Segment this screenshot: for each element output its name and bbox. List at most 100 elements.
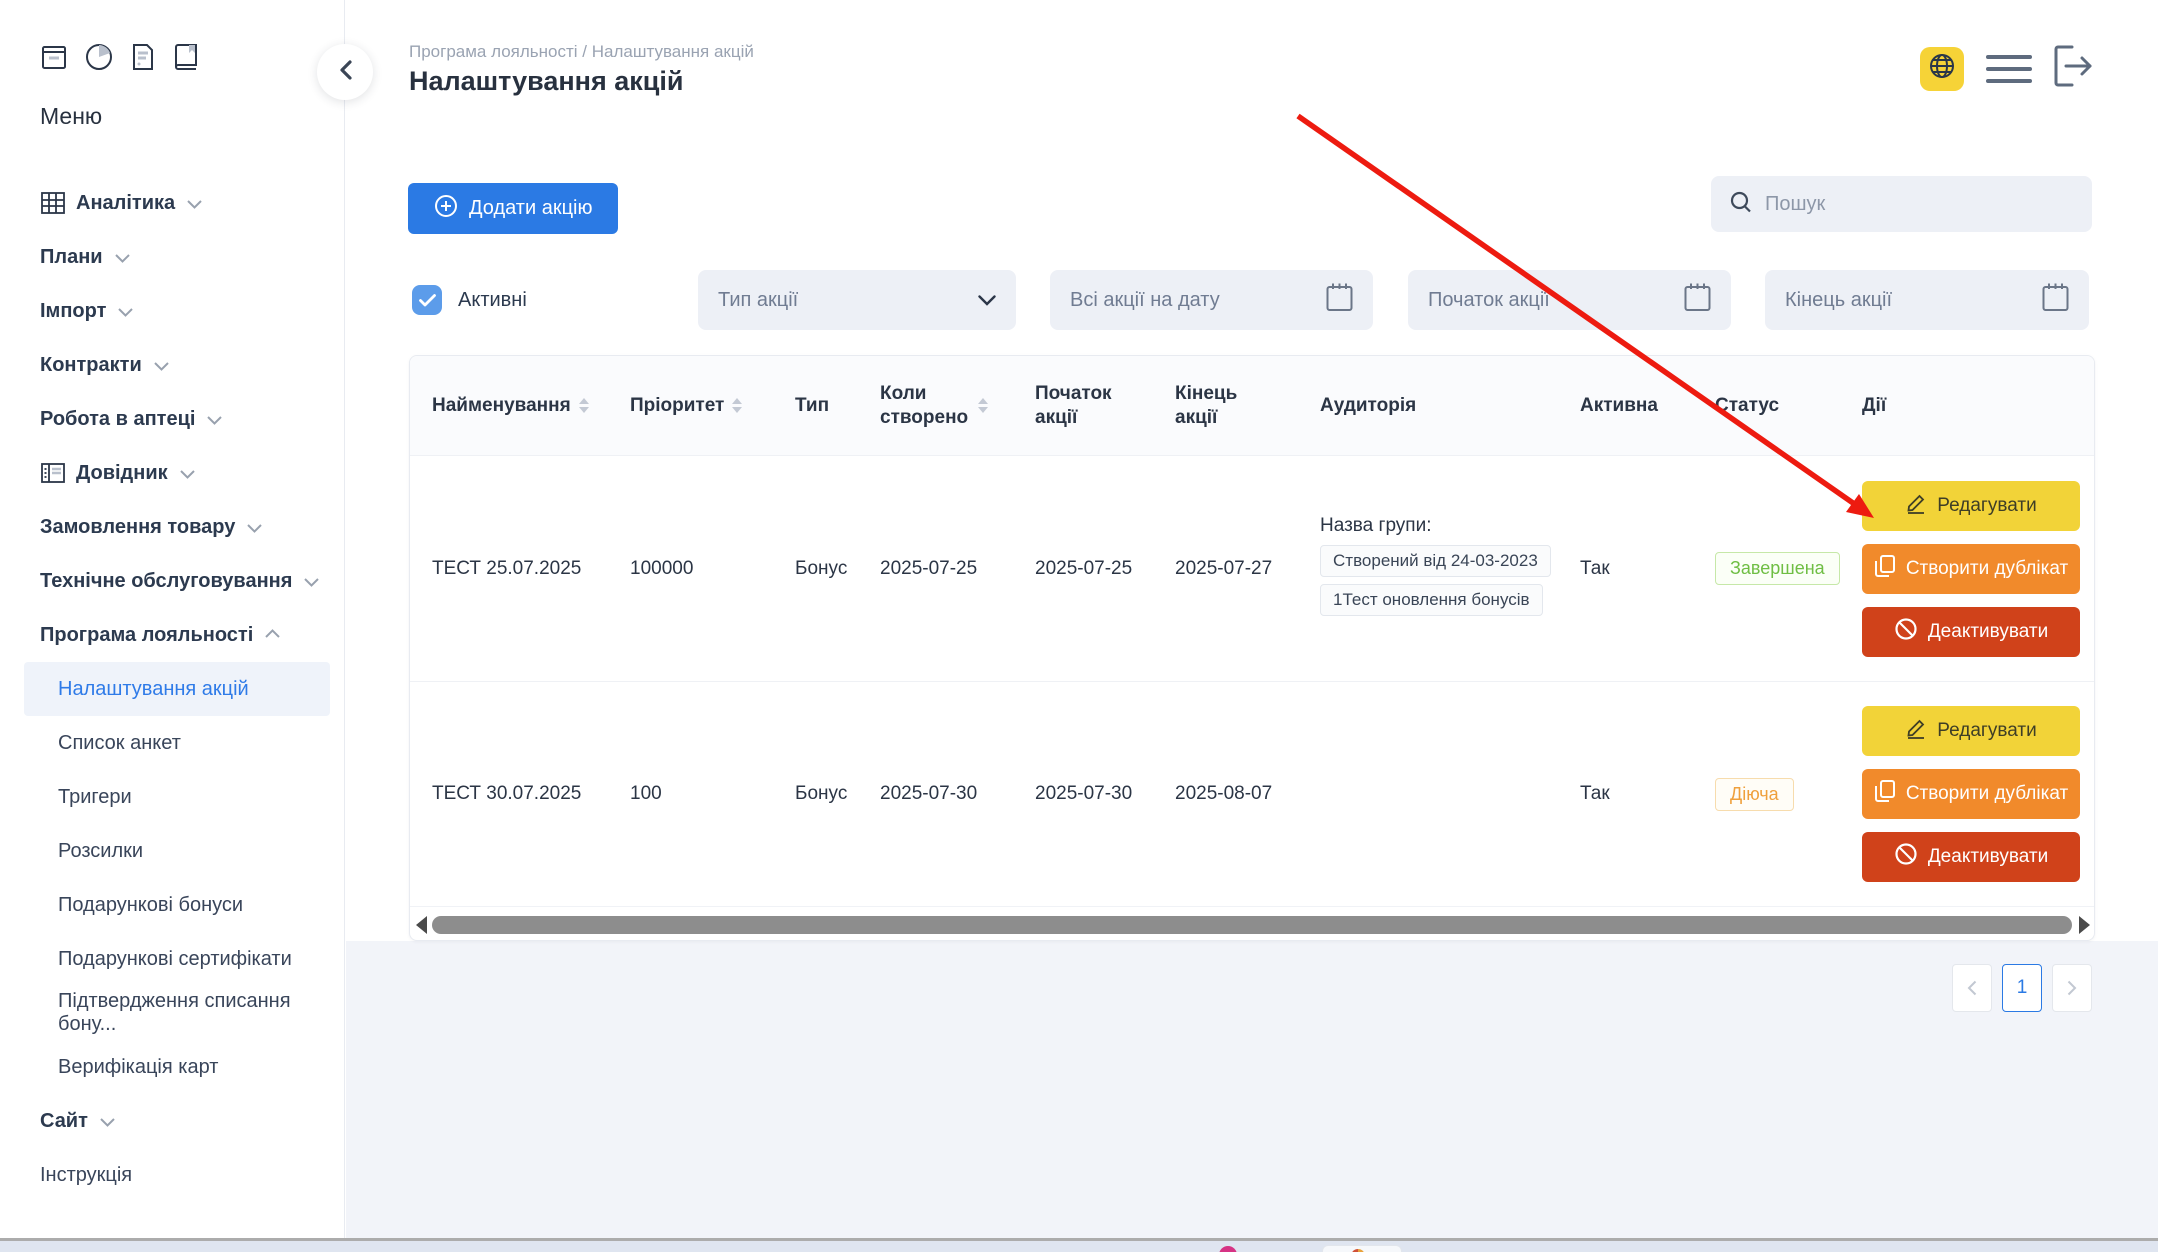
promotions-table: Найменування Пріоритет Тип Коли створено… bbox=[409, 355, 2095, 941]
sidebar-item-promo-settings[interactable]: Налаштування акцій bbox=[24, 662, 330, 716]
sidebar-item-plans[interactable]: Плани bbox=[0, 230, 344, 284]
promos-on-date-picker[interactable]: Всі акції на дату bbox=[1050, 270, 1373, 330]
deactivate-button[interactable]: Деактивувати bbox=[1862, 832, 2080, 882]
promo-end-date-picker[interactable]: Кінець акції bbox=[1765, 270, 2089, 330]
duplicate-button[interactable]: Створити дублікат bbox=[1862, 769, 2080, 819]
cell-created: 2025-07-30 bbox=[880, 783, 1035, 805]
sidebar-item-mailings[interactable]: Розсилки bbox=[0, 824, 344, 878]
sidebar-item-directory[interactable]: Довідник bbox=[0, 446, 344, 500]
sidebar-item-loyalty-program[interactable]: Програма лояльності bbox=[0, 608, 344, 662]
promo-type-select[interactable]: Тип акції bbox=[698, 270, 1016, 330]
audience-chip: Створений від 24-03-2023 bbox=[1320, 545, 1551, 577]
cell-created: 2025-07-25 bbox=[880, 558, 1035, 580]
scroll-right-arrow-icon[interactable] bbox=[2079, 916, 2090, 934]
sidebar-item-import[interactable]: Імпорт bbox=[0, 284, 344, 338]
chevron-left-icon bbox=[339, 60, 352, 85]
audience-chip: 1Тест оновлення бонусів bbox=[1320, 584, 1543, 616]
edit-button[interactable]: Редагувати bbox=[1862, 706, 2080, 756]
grid-icon bbox=[40, 192, 66, 214]
sidebar-item-analytics[interactable]: Аналітика bbox=[0, 176, 344, 230]
cell-status: Завершена bbox=[1715, 552, 1862, 585]
chevron-down-icon bbox=[207, 416, 222, 425]
document-icon[interactable] bbox=[130, 43, 156, 71]
cell-type: Бонус bbox=[795, 558, 880, 580]
below-table-area bbox=[346, 941, 2158, 1238]
globe-icon bbox=[1928, 52, 1956, 85]
filter-row: Активні Тип акції Всі акції на дату Поча… bbox=[412, 270, 2092, 330]
sort-icon[interactable] bbox=[579, 398, 589, 413]
cell-active: Так bbox=[1580, 558, 1715, 580]
sidebar: Меню Аналітика Плани Імпорт Контракти Ро… bbox=[0, 0, 345, 1238]
promo-start-date-picker[interactable]: Початок акції bbox=[1408, 270, 1731, 330]
sort-icon[interactable] bbox=[732, 398, 742, 413]
deactivate-button[interactable]: Деактивувати bbox=[1862, 607, 2080, 657]
menu-title: Меню bbox=[40, 103, 102, 130]
pie-chart-icon[interactable] bbox=[84, 42, 114, 72]
prev-page-button[interactable] bbox=[1952, 964, 1992, 1012]
language-button[interactable] bbox=[1920, 47, 1964, 91]
next-page-button[interactable] bbox=[2052, 964, 2092, 1012]
ban-icon bbox=[1894, 842, 1918, 872]
header-icons bbox=[1920, 45, 2094, 92]
chevron-down-icon bbox=[115, 254, 130, 263]
sidebar-item-site[interactable]: Сайт bbox=[0, 1094, 344, 1148]
cell-active: Так bbox=[1580, 783, 1715, 805]
calendar-icon bbox=[1684, 282, 1711, 318]
chevron-down-icon bbox=[187, 200, 202, 209]
chevron-down-icon bbox=[304, 578, 319, 587]
cell-type: Бонус bbox=[795, 783, 880, 805]
chevron-down-icon bbox=[247, 524, 262, 533]
archive-icon[interactable] bbox=[40, 43, 68, 71]
cell-actions: Редагувати Створити дублікат Деактивуват… bbox=[1862, 481, 2095, 657]
edit-button[interactable]: Редагувати bbox=[1862, 481, 2080, 531]
status-badge: Завершена bbox=[1715, 552, 1840, 585]
copy-icon bbox=[1874, 554, 1896, 584]
sidebar-item-card-verification[interactable]: Верифікація карт bbox=[0, 1040, 344, 1094]
chevron-up-icon bbox=[265, 629, 280, 638]
sidebar-item-questionnaires[interactable]: Список анкет bbox=[0, 716, 344, 770]
sidebar-collapse-button[interactable] bbox=[317, 44, 373, 100]
audience-group-label: Назва групи: bbox=[1320, 515, 1580, 537]
pencil-icon bbox=[1905, 717, 1927, 745]
scrollbar-thumb[interactable] bbox=[432, 916, 2072, 934]
pencil-icon bbox=[1905, 492, 1927, 520]
chevron-down-icon bbox=[154, 362, 169, 371]
sidebar-item-pharmacy-work[interactable]: Робота в аптеці bbox=[0, 392, 344, 446]
search-input[interactable] bbox=[1765, 193, 2074, 216]
dot-icon bbox=[1219, 1246, 1237, 1252]
sidebar-item-goods-order[interactable]: Замовлення товару bbox=[0, 500, 344, 554]
sort-icon[interactable] bbox=[978, 398, 988, 413]
table-header-row: Найменування Пріоритет Тип Коли створено… bbox=[410, 356, 2094, 456]
sidebar-item-bonus-writeoff-confirm[interactable]: Підтвердження списання бону... bbox=[0, 986, 344, 1040]
logout-button[interactable] bbox=[2054, 45, 2094, 92]
duplicate-button[interactable]: Створити дублікат bbox=[1862, 544, 2080, 594]
page-number-button[interactable]: 1 bbox=[2002, 964, 2042, 1012]
ban-icon bbox=[1894, 617, 1918, 647]
scroll-left-arrow-icon[interactable] bbox=[416, 916, 427, 934]
sidebar-item-triggers[interactable]: Тригери bbox=[0, 770, 344, 824]
add-promotion-button[interactable]: Додати акцію bbox=[408, 183, 618, 234]
sidebar-item-gift-certificates[interactable]: Подарункові сертифікати bbox=[0, 932, 344, 986]
sidebar-item-contracts[interactable]: Контракти bbox=[0, 338, 344, 392]
plus-circle-icon bbox=[434, 194, 458, 224]
hamburger-menu-button[interactable] bbox=[1986, 51, 2032, 87]
main-content: Програма лояльності / Налаштування акцій… bbox=[346, 0, 2158, 1238]
book-icon[interactable] bbox=[172, 43, 200, 71]
page-title: Налаштування акцій bbox=[409, 66, 683, 97]
cell-name: ТЕСТ 25.07.2025 bbox=[432, 558, 630, 580]
cell-name: ТЕСТ 30.07.2025 bbox=[432, 783, 630, 805]
cell-priority: 100 bbox=[630, 783, 795, 805]
active-filter-checkbox[interactable]: Активні bbox=[412, 270, 527, 330]
sidebar-item-instruction[interactable]: Інструкція bbox=[0, 1148, 344, 1202]
bottom-page-edge bbox=[0, 1238, 2158, 1252]
cell-start: 2025-07-30 bbox=[1035, 783, 1175, 805]
chevron-down-icon bbox=[118, 308, 133, 317]
cell-start: 2025-07-25 bbox=[1035, 558, 1175, 580]
list-icon bbox=[40, 463, 66, 483]
chip-icon bbox=[1322, 1245, 1402, 1252]
sidebar-item-gift-bonuses[interactable]: Подарункові бонуси bbox=[0, 878, 344, 932]
pagination: 1 bbox=[1952, 964, 2092, 1012]
sidebar-item-maintenance[interactable]: Технічне обслуговування bbox=[0, 554, 344, 608]
search-box bbox=[1711, 176, 2092, 232]
calendar-icon bbox=[2042, 282, 2069, 318]
